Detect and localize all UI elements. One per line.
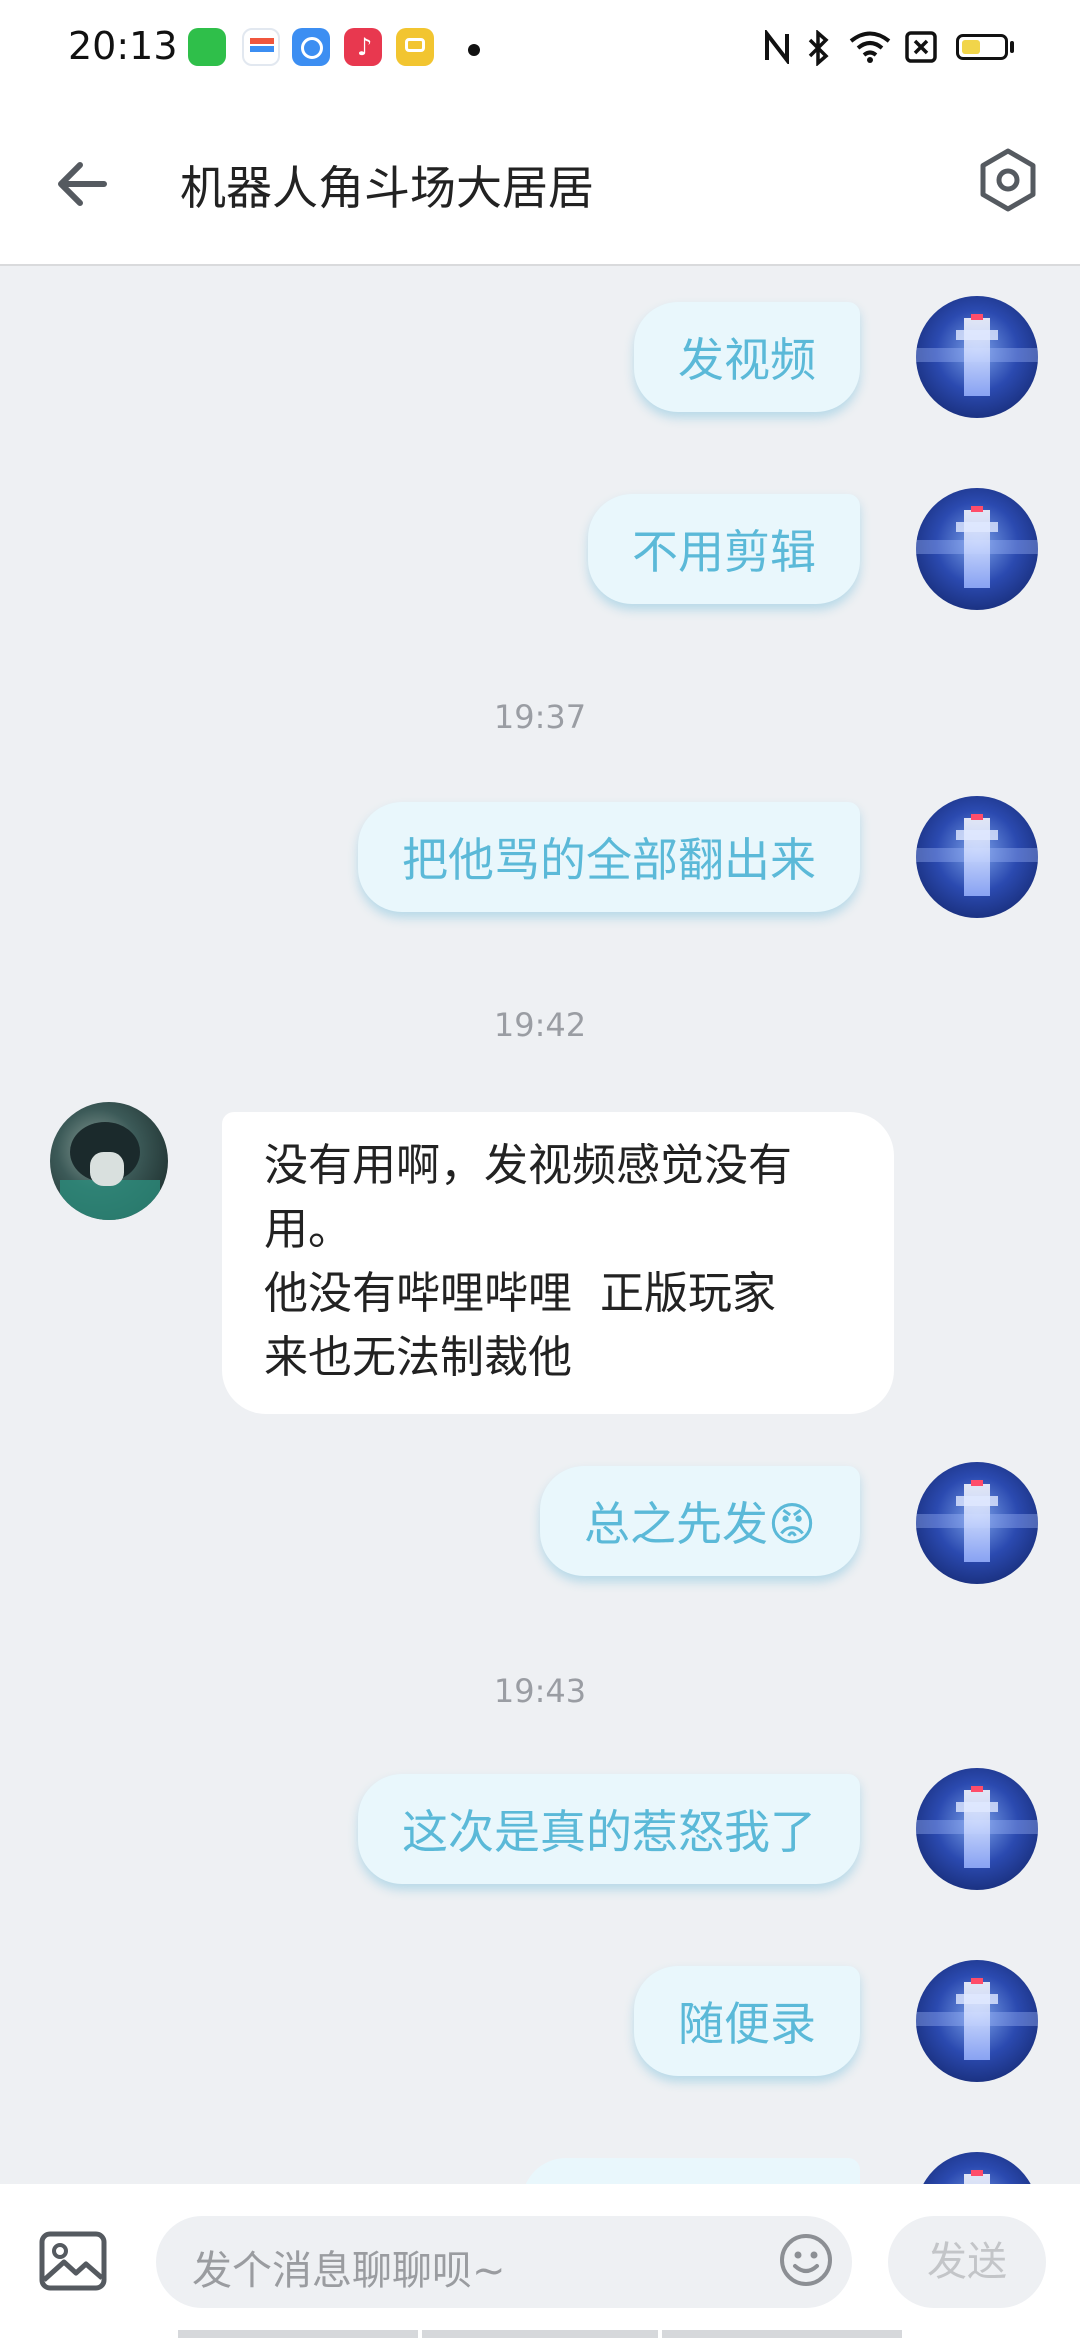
my-avatar[interactable] — [916, 1768, 1038, 1890]
gesture-bar — [422, 2330, 658, 2338]
back-arrow-icon[interactable] — [48, 148, 120, 220]
image-picker-icon[interactable] — [38, 2230, 108, 2292]
outgoing-message[interactable]: 随便录 — [634, 1966, 860, 2076]
input-bar: 发个消息聊聊呗~ 发送 — [0, 2184, 1080, 2340]
chat-header: 机器人角斗场大居居 — [0, 96, 1080, 266]
outgoing-message[interactable]: 把他骂的全部翻出来 — [358, 802, 860, 912]
message-line: 没有用啊，发视频感觉没有 — [264, 1140, 792, 1191]
message-list[interactable]: 发视频 不用剪辑 19:37 把他骂的全部翻出来 19:42 没有用啊，发视频感… — [0, 266, 1080, 2184]
message-line: 他没有哔哩哔哩 正版玩家 — [264, 1268, 776, 1319]
message-timestamp: 19:42 — [493, 1006, 587, 1044]
my-avatar[interactable] — [916, 796, 1038, 918]
status-bar: 20:13 ♪ — [0, 0, 1080, 96]
my-avatar[interactable] — [916, 1462, 1038, 1584]
bluetooth-icon — [806, 29, 832, 73]
notification-dot — [468, 44, 480, 56]
message-input[interactable]: 发个消息聊聊呗~ — [156, 2216, 852, 2308]
settings-hexagon-icon[interactable] — [972, 144, 1044, 216]
message-timestamp: 19:37 — [493, 698, 587, 736]
message-input-placeholder: 发个消息聊聊呗~ — [192, 2248, 506, 2294]
my-avatar[interactable] — [916, 296, 1038, 418]
outgoing-message-partial[interactable] — [522, 2158, 860, 2184]
incoming-message[interactable]: 没有用啊，发视频感觉没有 用。 他没有哔哩哔哩 正版玩家 来也无法制裁他 — [222, 1112, 894, 1414]
music-icon: ♪ — [344, 28, 382, 66]
my-avatar[interactable] — [916, 488, 1038, 610]
sim-off-icon — [904, 30, 938, 71]
outgoing-message[interactable]: 不用剪辑 — [588, 494, 860, 604]
chat-title: 机器人角斗场大居居 — [180, 161, 594, 215]
outgoing-message[interactable]: 发视频 — [634, 302, 860, 412]
message-line: 来也无法制裁他 — [264, 1332, 572, 1383]
my-avatar[interactable] — [916, 2152, 1038, 2184]
wifi-icon — [848, 30, 892, 71]
wallet-icon — [242, 28, 280, 66]
message-timestamp: 19:43 — [493, 1672, 587, 1710]
gesture-bar — [178, 2330, 418, 2338]
outgoing-message[interactable]: 这次是真的惹怒我了 — [358, 1774, 860, 1884]
nfc-icon — [762, 28, 792, 71]
gesture-bar — [662, 2330, 902, 2338]
rewards-icon — [396, 28, 434, 66]
outgoing-message[interactable]: 总之先发😡 — [540, 1466, 860, 1576]
app-store-icon — [188, 28, 226, 66]
send-button[interactable]: 发送 — [888, 2216, 1046, 2308]
browser-icon — [292, 28, 330, 66]
contact-avatar[interactable] — [50, 1102, 168, 1220]
message-line: 用。 — [264, 1204, 352, 1255]
battery-icon — [956, 34, 1008, 60]
status-time: 20:13 — [68, 24, 178, 68]
emoji-icon[interactable] — [778, 2232, 834, 2288]
my-avatar[interactable] — [916, 1960, 1038, 2082]
